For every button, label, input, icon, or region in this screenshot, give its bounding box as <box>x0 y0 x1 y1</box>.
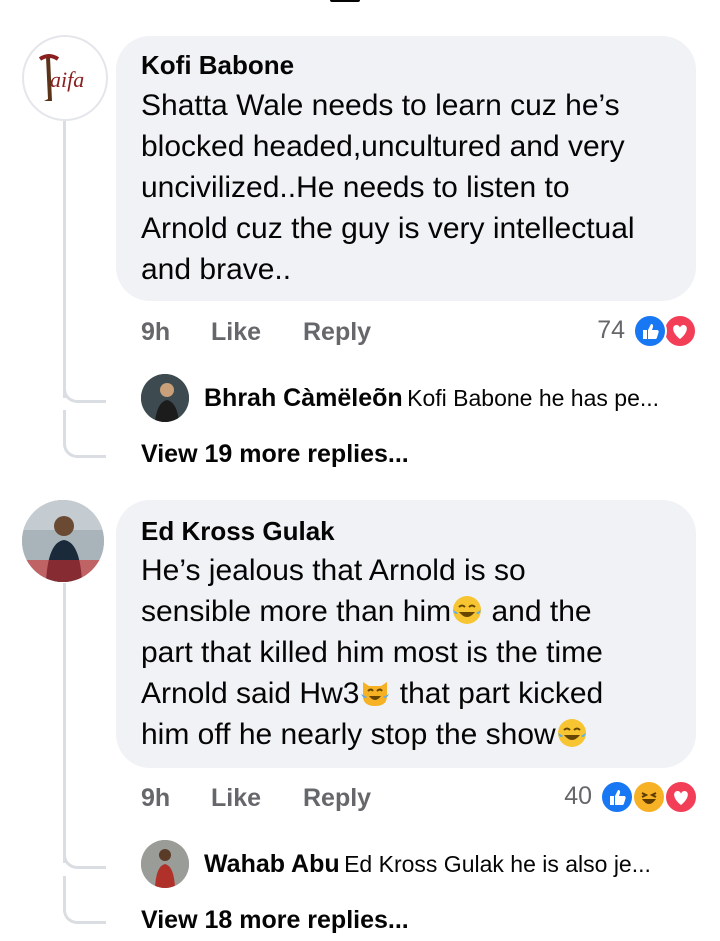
comment-line: Shatta Wale needs to learn cuz he’s <box>141 89 620 122</box>
view-more-replies[interactable]: View 19 more replies... <box>141 440 409 469</box>
reply-preview[interactable]: Bhrah Càmëleõn Kofi Babone he has pe... <box>204 384 659 413</box>
avatar[interactable]: aifa <box>22 35 108 121</box>
reaction-count[interactable]: 74 <box>570 316 625 345</box>
like-reaction-icon <box>600 780 634 814</box>
reaction-count[interactable]: 40 <box>540 782 592 811</box>
thread-line <box>63 583 66 863</box>
thread-branch <box>63 410 106 458</box>
comment-author[interactable]: Ed Kross Gulak <box>141 516 335 547</box>
taifa-logo-icon: aifa <box>38 54 84 101</box>
comment-text: Arnold said Hw3 <box>141 677 360 710</box>
reply-author[interactable]: Bhrah Càmëleõn <box>204 384 403 412</box>
tears-of-joy-emoji-icon <box>453 596 482 624</box>
comment-line: him off he nearly stop the show <box>141 714 588 755</box>
haha-reaction-icon <box>632 780 666 814</box>
reply-author[interactable]: Wahab Abu <box>204 850 340 878</box>
comment-line: Arnold said Hw3 that part kicked <box>141 673 603 714</box>
like-reaction-icon <box>633 314 667 348</box>
tears-of-joy-emoji-icon <box>557 719 586 747</box>
thread-line <box>63 118 66 398</box>
comment-line: uncivilized..He needs to listen to <box>141 171 570 204</box>
love-reaction-icon <box>663 314 697 348</box>
comment-line: and brave.. <box>141 253 292 286</box>
like-button[interactable]: Like <box>211 318 261 347</box>
reply-snippet: Ed Kross Gulak he is also je... <box>344 851 651 877</box>
comment-time: 9h <box>141 318 171 346</box>
view-more-replies[interactable]: View 18 more replies... <box>141 906 409 935</box>
comment-line: part that killed him most is the time <box>141 636 603 669</box>
thread-branch <box>63 360 106 403</box>
reply-snippet: Kofi Babone he has pe... <box>407 385 660 411</box>
comment-author[interactable]: Kofi Babone <box>141 50 294 81</box>
svg-text:aifa: aifa <box>50 67 84 92</box>
comment-text: him off he nearly stop the show <box>141 718 556 751</box>
crying-cat-emoji-icon <box>361 682 390 706</box>
comment-line: sensible more than him and the <box>141 591 592 632</box>
comment-line: blocked headed,uncultured and very <box>141 130 625 163</box>
reply-preview[interactable]: Wahab Abu Ed Kross Gulak he is also je..… <box>204 850 651 879</box>
previous-comment-cut-text <box>330 0 360 2</box>
love-reaction-icon <box>664 780 698 814</box>
reply-button[interactable]: Reply <box>303 784 371 813</box>
comment-text: that part kicked <box>391 677 604 710</box>
like-button[interactable]: Like <box>211 784 261 813</box>
comment-text: sensible more than him <box>141 595 452 628</box>
avatar[interactable] <box>22 500 104 582</box>
comment-line: Arnold cuz the guy is very intellectual <box>141 212 635 245</box>
thread-branch <box>63 826 106 869</box>
comment-text: and the <box>483 595 592 628</box>
reply-avatar[interactable] <box>141 374 189 422</box>
thread-branch <box>63 876 106 924</box>
comment-line: He’s jealous that Arnold is so <box>141 554 526 587</box>
comment-time: 9h <box>141 784 171 812</box>
reply-button[interactable]: Reply <box>303 318 371 347</box>
reply-avatar[interactable] <box>141 840 189 888</box>
